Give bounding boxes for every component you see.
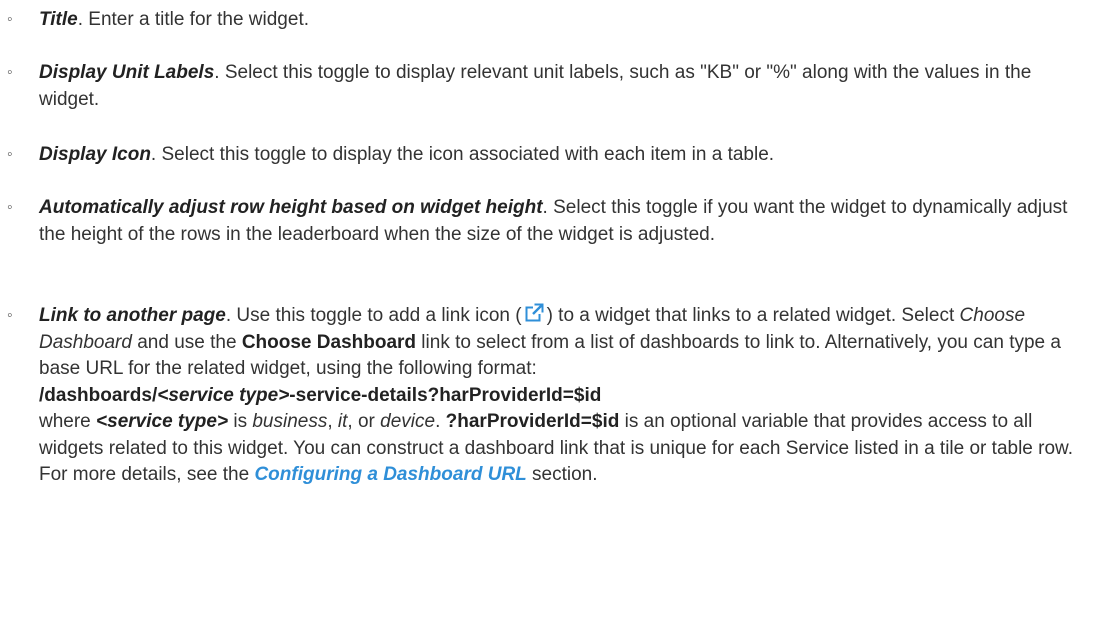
term: Link to another page [39, 305, 226, 326]
placeholder-ref: <service type> [96, 411, 229, 432]
description-part: section. [526, 464, 598, 485]
list-item-display-icon: ◦ Display Icon. Select this toggle to di… [0, 142, 1080, 169]
list-item-display-unit-labels: ◦ Display Unit Labels. Select this toggl… [0, 60, 1080, 113]
description: . Enter a title for the widget. [77, 9, 310, 30]
option-it: it [337, 411, 348, 432]
document-body: ◦ Title. Enter a title for the widget. ◦… [0, 0, 1119, 630]
configuring-dashboard-url-link[interactable]: Configuring a Dashboard URL [254, 464, 526, 485]
description-part: ) to a widget that links to a related wi… [546, 305, 960, 326]
description: . Select this toggle to display the icon… [150, 144, 775, 165]
bullet-icon: ◦ [7, 307, 13, 324]
external-link-icon [525, 303, 544, 322]
url-suffix: -service-details?harProviderId=$id [289, 384, 602, 406]
description-part: , [327, 411, 338, 432]
term: Display Unit Labels [39, 62, 215, 83]
bullet-icon: ◦ [7, 199, 13, 216]
list-item-link-to-another-page: ◦ Link to another page. Use this toggle … [0, 303, 1080, 489]
url-prefix: /dashboards/ [39, 384, 158, 406]
url-placeholder: <service type> [157, 384, 290, 406]
bullet-icon: ◦ [7, 11, 13, 28]
bullet-icon: ◦ [7, 146, 13, 163]
term: Automatically adjust row height based on… [39, 197, 543, 218]
choose-dashboard-link-label: Choose Dashboard [241, 331, 417, 353]
description-part: . Use this toggle to add a link icon ( [225, 305, 522, 326]
term: Title [39, 9, 78, 30]
list-item-auto-row-height: ◦ Automatically adjust row height based … [0, 195, 1080, 248]
variable-name: ?harProviderId=$id [445, 411, 620, 432]
description-part: and use the [131, 331, 242, 353]
description-part: is [228, 411, 253, 432]
option-device: device [380, 411, 436, 432]
option-business: business [252, 411, 328, 432]
description-part: . [435, 411, 446, 432]
description-part: , or [347, 411, 381, 432]
description-part: where [39, 411, 97, 432]
list-item-title: ◦ Title. Enter a title for the widget. [0, 7, 1080, 34]
term: Display Icon [39, 144, 151, 165]
bullet-icon: ◦ [7, 64, 13, 81]
url-format: /dashboards/<service type>-service-detai… [39, 383, 1080, 410]
